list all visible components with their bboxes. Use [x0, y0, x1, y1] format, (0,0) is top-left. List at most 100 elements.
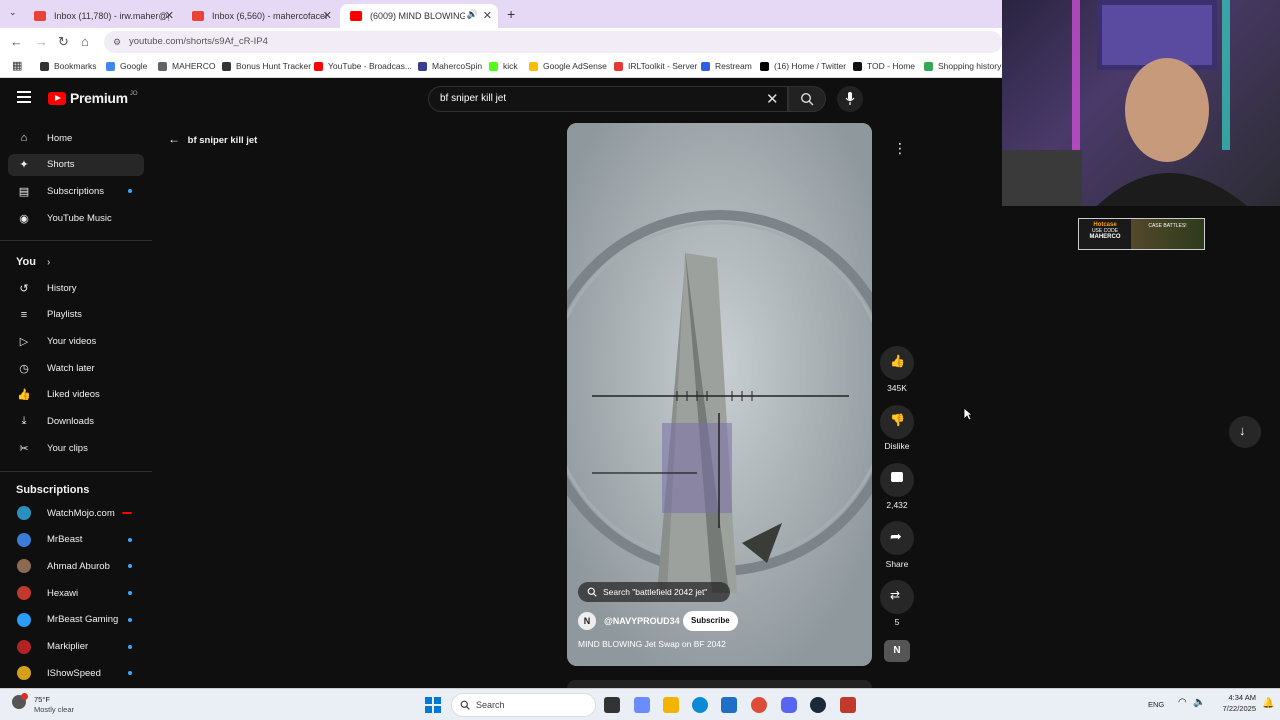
- subscription-item[interactable]: MrBeast: [8, 529, 144, 551]
- close-tab-icon[interactable]: ✕: [483, 9, 492, 22]
- bookmarks-folder[interactable]: Bookmarks: [40, 61, 97, 71]
- copilot-icon[interactable]: [634, 697, 650, 713]
- wifi-icon[interactable]: ◠: [1178, 697, 1187, 708]
- weather-temp: 75°F: [34, 695, 50, 704]
- subscription-item[interactable]: Ahmad Aburob: [8, 555, 144, 577]
- you-section-header[interactable]: You ›: [16, 256, 50, 268]
- voice-search-button[interactable]: [837, 86, 863, 112]
- sidebar-item-watch-later[interactable]: ◷ Watch later: [8, 357, 144, 379]
- bookmark-kick[interactable]: kick: [489, 61, 518, 71]
- audio-playing-icon[interactable]: 🔊: [467, 9, 478, 20]
- app-icon[interactable]: [840, 697, 856, 713]
- bookmark-mahercospin[interactable]: MahercoSpin: [418, 61, 482, 71]
- subscription-item[interactable]: IShowSpeed: [8, 662, 144, 684]
- bookmark-youtube-broadcast[interactable]: YouTube - Broadcas...: [314, 61, 412, 71]
- discord-icon[interactable]: [781, 697, 797, 713]
- site-info-icon[interactable]: ⚙: [113, 31, 121, 53]
- store-icon[interactable]: [721, 697, 737, 713]
- chrome-icon[interactable]: [751, 697, 767, 713]
- bookmark-restream[interactable]: Restream: [701, 61, 752, 71]
- steam-icon[interactable]: [810, 697, 826, 713]
- bookmark-bonus-hunt[interactable]: Bonus Hunt Tracker: [222, 61, 311, 71]
- back-to-search[interactable]: ← bf sniper kill jet: [168, 132, 257, 146]
- dislike-button[interactable]: 👎: [880, 405, 914, 439]
- bookmark-maherco[interactable]: MAHERCO: [158, 61, 215, 71]
- sidebar-item-youtube-music[interactable]: ◉ YouTube Music: [8, 207, 144, 229]
- tab-list-chevron-icon[interactable]: ⌄: [9, 7, 17, 18]
- forward-arrow-icon[interactable]: →: [35, 34, 48, 49]
- browser-tab-gmail-2[interactable]: Inbox (6,560) - mahercofacebo ✕: [182, 4, 338, 28]
- sound-avatar[interactable]: N: [884, 640, 910, 662]
- task-view-icon[interactable]: [604, 697, 620, 713]
- bookmark-google-adsense[interactable]: Google AdSense: [529, 61, 607, 71]
- live-indicator: [122, 512, 132, 514]
- windows-start-button[interactable]: [425, 697, 441, 713]
- sidebar-item-liked-videos[interactable]: 👍 Liked videos: [8, 384, 144, 406]
- home-icon[interactable]: ⌂: [81, 34, 89, 49]
- browser-tab-gmail-1[interactable]: Inbox (11,780) - irw.maher@gm ✕: [24, 4, 180, 28]
- channel-name[interactable]: @NAVYPROUD34: [604, 616, 680, 626]
- clips-icon: ✂: [19, 442, 29, 455]
- subscription-item[interactable]: WatchMojo.com: [8, 502, 144, 524]
- sidebar-item-home[interactable]: ⌂ Home: [8, 127, 144, 149]
- bookmark-google[interactable]: Google: [106, 61, 147, 71]
- reload-icon[interactable]: ↻: [58, 34, 69, 50]
- share-button[interactable]: ➦: [880, 521, 914, 555]
- tab-title: Inbox (11,780) - irw.maher@gm: [54, 11, 169, 21]
- bookmark-irltoolkit[interactable]: IRLToolkit - Server: [614, 61, 697, 71]
- notification-icon[interactable]: 🔔: [1262, 698, 1274, 709]
- channel-avatar: [17, 612, 31, 627]
- channel-avatar: [17, 639, 31, 654]
- file-explorer-icon[interactable]: [663, 697, 679, 713]
- bookmark-favicon-icon: [924, 61, 933, 71]
- system-clock[interactable]: 4:34 AM 7/22/2025: [1212, 693, 1256, 713]
- close-tab-icon[interactable]: ✕: [165, 9, 174, 22]
- comment-icon: [891, 472, 903, 482]
- sidebar-item-shorts[interactable]: ✦ Shorts: [8, 153, 144, 176]
- thumbs-up-icon: 👍: [890, 354, 905, 368]
- subscription-item[interactable]: Markiplier: [8, 636, 144, 658]
- more-options-icon[interactable]: ⋮: [893, 140, 907, 157]
- volume-icon[interactable]: 🔈: [1193, 697, 1205, 708]
- playlists-icon: ≡: [20, 308, 28, 321]
- share-label: Share: [885, 559, 909, 569]
- youtube-premium-logo[interactable]: Premium JO: [48, 90, 137, 106]
- address-bar[interactable]: ⚙ youtube.com/shorts/s9Af_cR-IP4: [104, 31, 1002, 53]
- sidebar-item-your-clips[interactable]: ✂ Your clips: [8, 437, 144, 459]
- subscription-item[interactable]: Hexawi: [8, 582, 144, 604]
- weather-desc: Mostly clear: [34, 705, 75, 714]
- channel-avatar[interactable]: N: [578, 612, 596, 630]
- bookmark-shopping-history[interactable]: Shopping history: [924, 61, 1001, 71]
- weather-widget[interactable]: 75°F Mostly clear: [12, 693, 82, 717]
- sidebar-item-playlists[interactable]: ≡ Playlists: [8, 304, 144, 326]
- sidebar-item-history[interactable]: ↺ History: [8, 277, 144, 299]
- sidebar-item-your-videos[interactable]: ▷ Your videos: [8, 330, 144, 352]
- search-button[interactable]: [788, 86, 826, 112]
- browser-tab-strip: ⌄ Inbox (11,780) - irw.maher@gm ✕ Inbox …: [0, 0, 1002, 28]
- hotcase-promo-badge: Hotcase USE CODE MAHERCO CASE BATTLES!: [1078, 218, 1205, 250]
- like-button[interactable]: 👍: [880, 346, 914, 380]
- sidebar-item-subscriptions[interactable]: ▤ Subscriptions: [8, 180, 144, 202]
- next-short-button[interactable]: ↓: [1229, 416, 1261, 448]
- back-arrow-icon[interactable]: ←: [10, 34, 23, 49]
- bookmark-twitter[interactable]: (16) Home / Twitter: [760, 61, 846, 71]
- apps-grid-icon[interactable]: ▦: [12, 59, 22, 72]
- bookmark-favicon-icon: [158, 61, 167, 71]
- new-tab-button[interactable]: +: [507, 6, 515, 22]
- remix-button[interactable]: ⇄: [880, 580, 914, 614]
- subscribe-button[interactable]: Subscribe: [683, 611, 738, 631]
- search-input[interactable]: bf sniper kill jet: [428, 86, 788, 112]
- browser-tab-youtube[interactable]: (6009) MIND BLOWING Jet 🔊 ✕: [340, 4, 498, 28]
- subscription-item[interactable]: MrBeast Gaming: [8, 609, 144, 631]
- hamburger-menu-icon[interactable]: [17, 91, 31, 103]
- short-video-player[interactable]: Search "battlefield 2042 jet" N @NAVYPRO…: [567, 123, 872, 666]
- close-tab-icon[interactable]: ✕: [323, 9, 332, 22]
- edge-icon[interactable]: [692, 697, 708, 713]
- clear-search-icon[interactable]: ✕: [766, 90, 779, 108]
- comments-button[interactable]: [880, 463, 914, 497]
- bookmark-tod[interactable]: TOD - Home: [853, 61, 915, 71]
- sidebar-item-downloads[interactable]: ⤓ Downloads: [8, 411, 144, 433]
- taskbar-search-box[interactable]: Search: [451, 693, 596, 717]
- related-search-chip[interactable]: Search "battlefield 2042 jet": [578, 582, 730, 602]
- clock-language[interactable]: ENG: [1148, 700, 1164, 709]
